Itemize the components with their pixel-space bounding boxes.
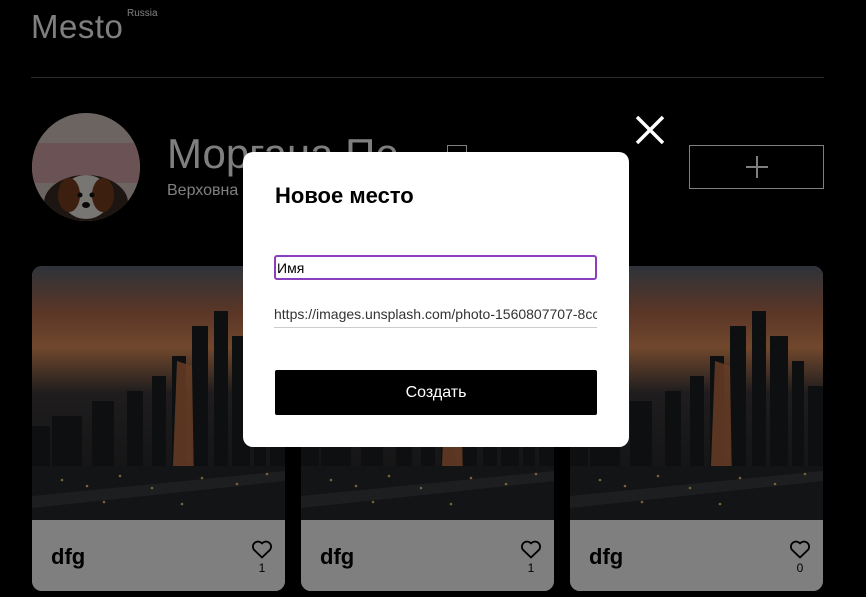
page: Mesto Russia Моргана Пе Верховна bbox=[0, 0, 866, 597]
close-icon[interactable] bbox=[634, 114, 666, 146]
create-button[interactable]: Создать bbox=[275, 370, 597, 415]
popup-title: Новое место bbox=[275, 183, 414, 208]
place-name-input[interactable] bbox=[274, 255, 597, 280]
place-link-input[interactable] bbox=[274, 301, 597, 328]
new-place-popup: Новое место Создать bbox=[243, 152, 629, 447]
